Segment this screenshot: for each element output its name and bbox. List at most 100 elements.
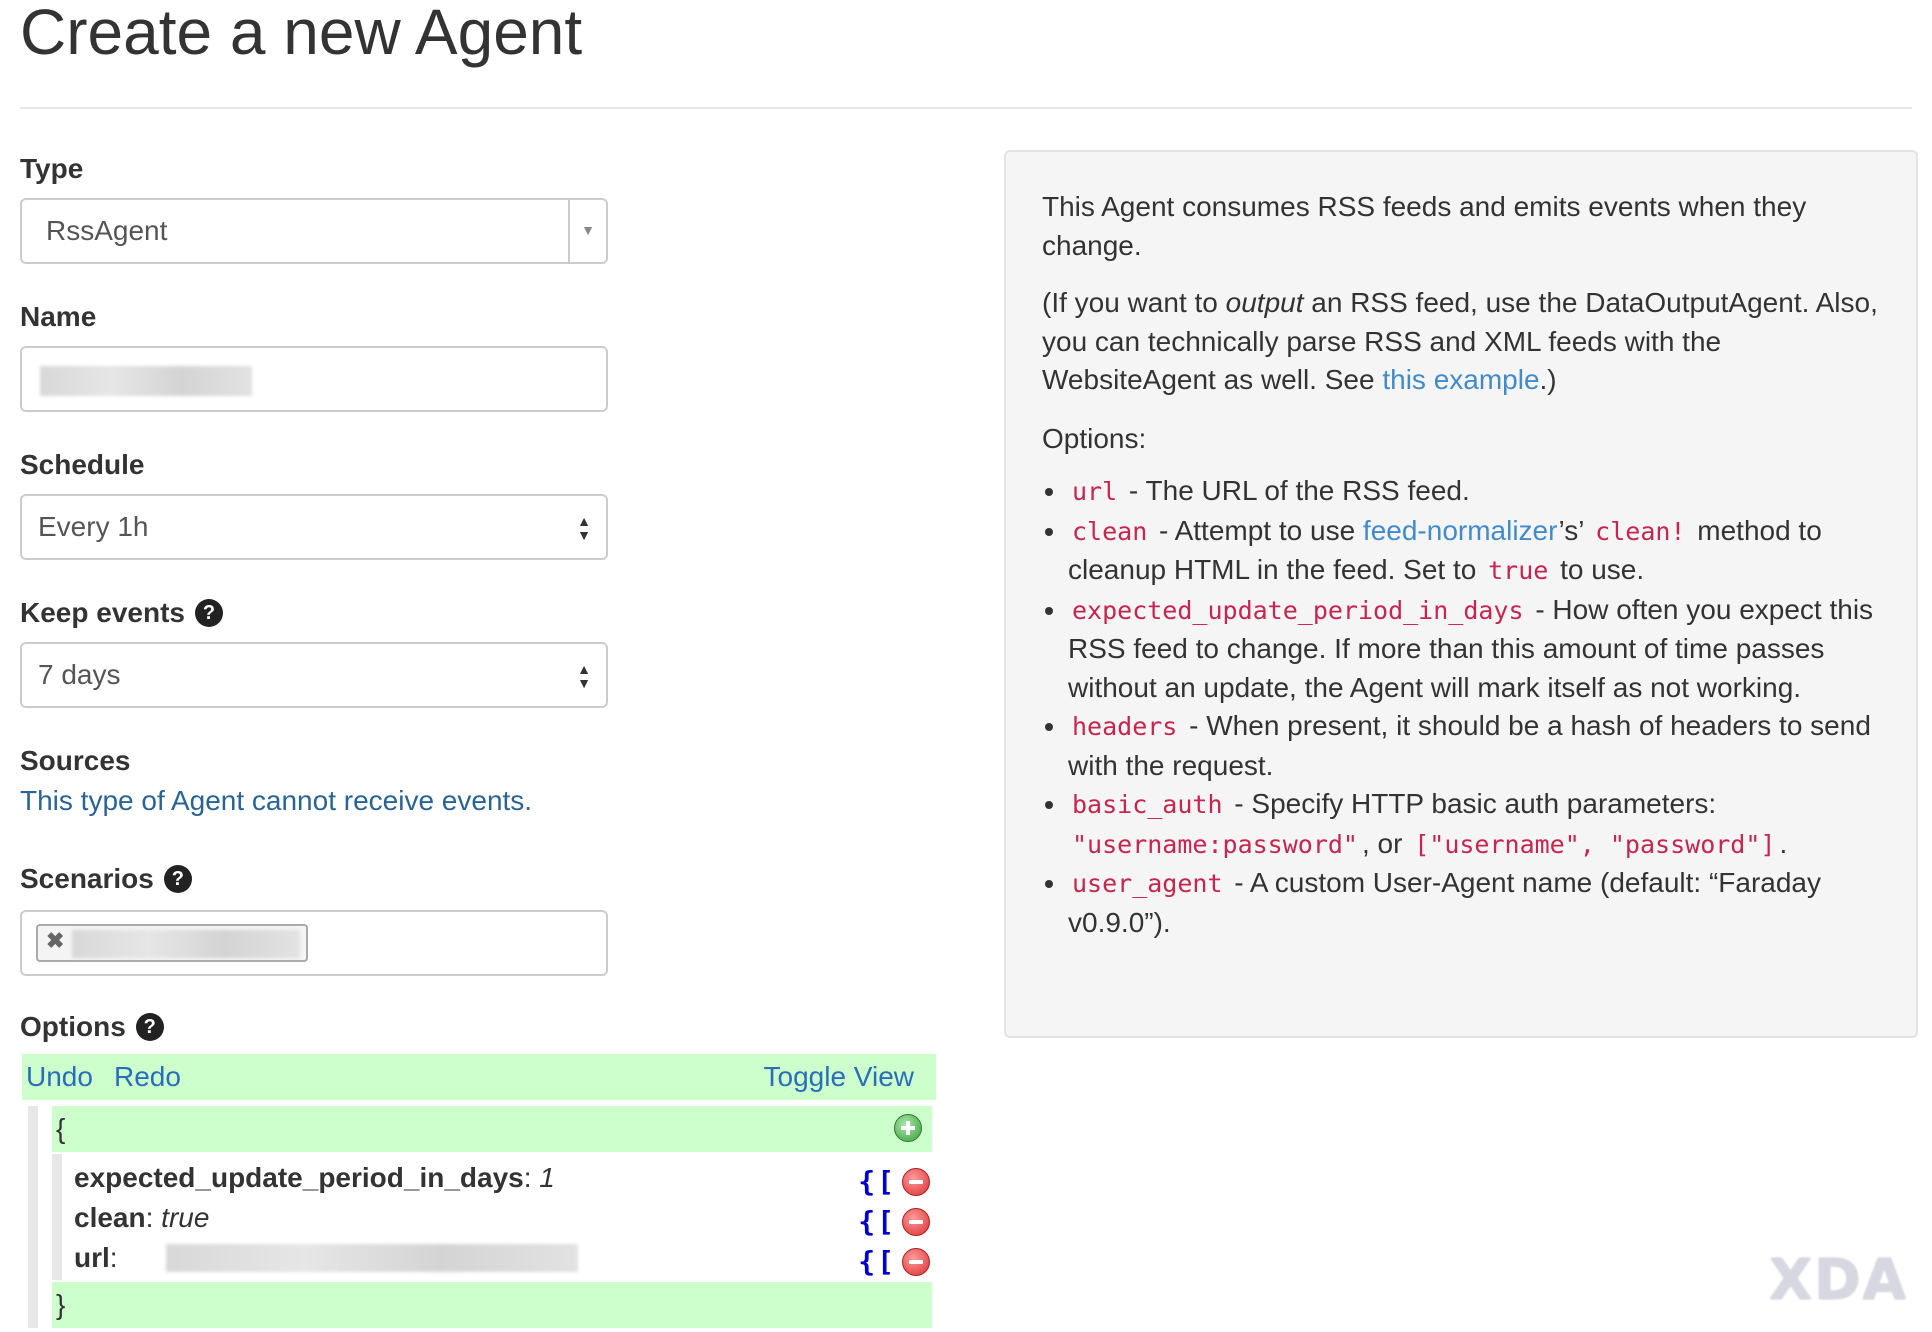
title-divider (20, 107, 1912, 109)
para-text: (If you want to (1042, 287, 1226, 318)
add-icon[interactable] (894, 1114, 922, 1142)
json-property-row[interactable]: url: {[ (74, 1238, 930, 1278)
scenarios-label: Scenarios ? (20, 862, 192, 896)
option-item-url: url - The URL of the RSS feed. (1068, 472, 1888, 512)
option-code: expected_update_period_in_days (1072, 595, 1524, 625)
option-item-basic-auth: basic_auth - Specify HTTP basic auth par… (1068, 785, 1888, 864)
type-toggle-button[interactable]: {[ (858, 1202, 896, 1242)
remove-icon[interactable] (902, 1168, 930, 1196)
toggle-view-button[interactable]: Toggle View (764, 1054, 914, 1100)
remove-icon[interactable] (902, 1248, 930, 1276)
property-separator: : (109, 1242, 118, 1273)
option-text: to use. (1552, 554, 1645, 585)
keep-events-select-value: 7 days (38, 659, 121, 690)
schedule-label: Schedule (20, 448, 144, 482)
description-paragraph: (If you want to output an RSS feed, use … (1042, 284, 1882, 400)
property-separator: : (523, 1162, 532, 1193)
redo-button[interactable]: Redo (114, 1054, 181, 1100)
option-text: - The URL of the RSS feed. (1121, 475, 1470, 506)
caret-down-icon[interactable]: ▼ (580, 222, 596, 238)
option-item-clean: clean - Attempt to use feed-normalizer’s… (1068, 512, 1888, 591)
json-property-row[interactable]: clean: true {[ (74, 1198, 930, 1238)
remove-icon[interactable] (902, 1208, 930, 1236)
help-icon[interactable]: ? (194, 599, 223, 627)
editor-inner-gutter (52, 1154, 62, 1280)
para-text: .) (1539, 364, 1557, 395)
close-brace: } (56, 1289, 66, 1320)
json-editor: { expected_update_period_in_days: 1 {[ c… (22, 1106, 938, 1328)
type-label-text: Type (20, 153, 84, 184)
option-code: "username:password" (1072, 829, 1358, 859)
scenarios-label-text: Scenarios (20, 863, 154, 894)
type-label: Type (20, 152, 83, 186)
property-key[interactable]: expected_update_period_in_days (74, 1162, 524, 1193)
type-select-value: RssAgent (46, 215, 168, 246)
option-text: , or (1361, 827, 1411, 859)
options-list: url - The URL of the RSS feed. clean - A… (1006, 472, 1888, 942)
undo-button[interactable]: Undo (26, 1054, 93, 1100)
keep-events-select[interactable]: 7 days ▲ ▼ (20, 642, 608, 708)
option-code: clean! (1595, 516, 1686, 546)
json-editor-menu: Undo Redo Toggle View (22, 1054, 936, 1100)
redacted-url (166, 1244, 578, 1272)
option-text: - When present, it should be a hash of h… (1068, 710, 1871, 781)
redacted-scenario (72, 930, 300, 958)
row-actions: {[ (858, 1162, 930, 1202)
scenario-tag: ✖ (36, 924, 308, 962)
option-text: . (1779, 827, 1788, 859)
open-brace: { (56, 1113, 66, 1144)
type-toggle-button[interactable]: {[ (858, 1162, 896, 1202)
type-select[interactable]: RssAgent ▼ (20, 198, 608, 264)
feed-normalizer-link[interactable]: feed-normalizer (1363, 515, 1559, 546)
schedule-label-text: Schedule (20, 449, 145, 480)
name-label-text: Name (20, 301, 97, 332)
name-input[interactable] (20, 346, 608, 412)
updown-arrows-icon: ▲ ▼ (577, 661, 591, 691)
this-example-link[interactable]: this example (1382, 364, 1539, 395)
options-label-text: Options (20, 1011, 126, 1042)
property-value[interactable]: 1 (539, 1162, 555, 1193)
agent-description-panel: This Agent consumes RSS feeds and emits … (1004, 150, 1918, 1038)
option-code: user_agent (1072, 869, 1223, 898)
type-toggle-button[interactable]: {[ (858, 1242, 896, 1282)
option-item-user-agent: user_agent - A custom User-Agent name (d… (1068, 864, 1888, 942)
page-title: Create a new Agent (20, 0, 583, 68)
keep-events-label-text: Keep events (20, 597, 185, 628)
option-code: url (1072, 477, 1118, 506)
sources-label: Sources (20, 744, 131, 778)
redacted-name (40, 366, 252, 396)
keep-events-label: Keep events ? (20, 596, 223, 630)
option-code: basic_auth (1072, 790, 1223, 819)
option-code: headers (1072, 712, 1178, 741)
help-icon[interactable]: ? (163, 865, 192, 893)
option-code: true (1488, 556, 1549, 585)
tag-remove-icon[interactable]: ✖ (46, 928, 64, 954)
option-text: ’s’ (1558, 514, 1592, 546)
option-item-headers: headers - When present, it should be a h… (1068, 707, 1888, 785)
editor-gutter (28, 1106, 38, 1328)
property-value[interactable]: true (161, 1202, 209, 1233)
schedule-select-value: Every 1h (38, 511, 149, 542)
property-key[interactable]: clean (74, 1202, 146, 1233)
name-label: Name (20, 300, 96, 334)
property-key[interactable]: url (74, 1242, 110, 1273)
row-actions: {[ (858, 1242, 930, 1282)
select-divider (568, 200, 570, 262)
options-heading: Options: (1042, 423, 1147, 454)
schedule-select[interactable]: Every 1h ▲ ▼ (20, 494, 608, 560)
option-code: ["username", "password"] (1414, 829, 1776, 859)
json-property-row[interactable]: expected_update_period_in_days: 1 {[ (74, 1158, 930, 1198)
xda-watermark-logo: XDA (1769, 1248, 1908, 1313)
option-item-expected-update: expected_update_period_in_days - How oft… (1068, 591, 1888, 708)
option-code: clean (1072, 516, 1148, 546)
json-object-close-row: } (52, 1282, 932, 1328)
sources-text: This type of Agent cannot receive events… (20, 785, 533, 816)
scenarios-input[interactable]: ✖ (20, 910, 608, 976)
description-intro: This Agent consumes RSS feeds and emits … (1042, 191, 1807, 261)
option-text: - Attempt to use (1151, 514, 1363, 546)
option-text: - Specify HTTP basic auth parameters: (1226, 788, 1717, 819)
sources-label-text: Sources (20, 745, 131, 776)
row-actions: {[ (858, 1202, 930, 1242)
updown-arrows-icon: ▲ ▼ (577, 513, 591, 543)
help-icon[interactable]: ? (135, 1013, 164, 1041)
